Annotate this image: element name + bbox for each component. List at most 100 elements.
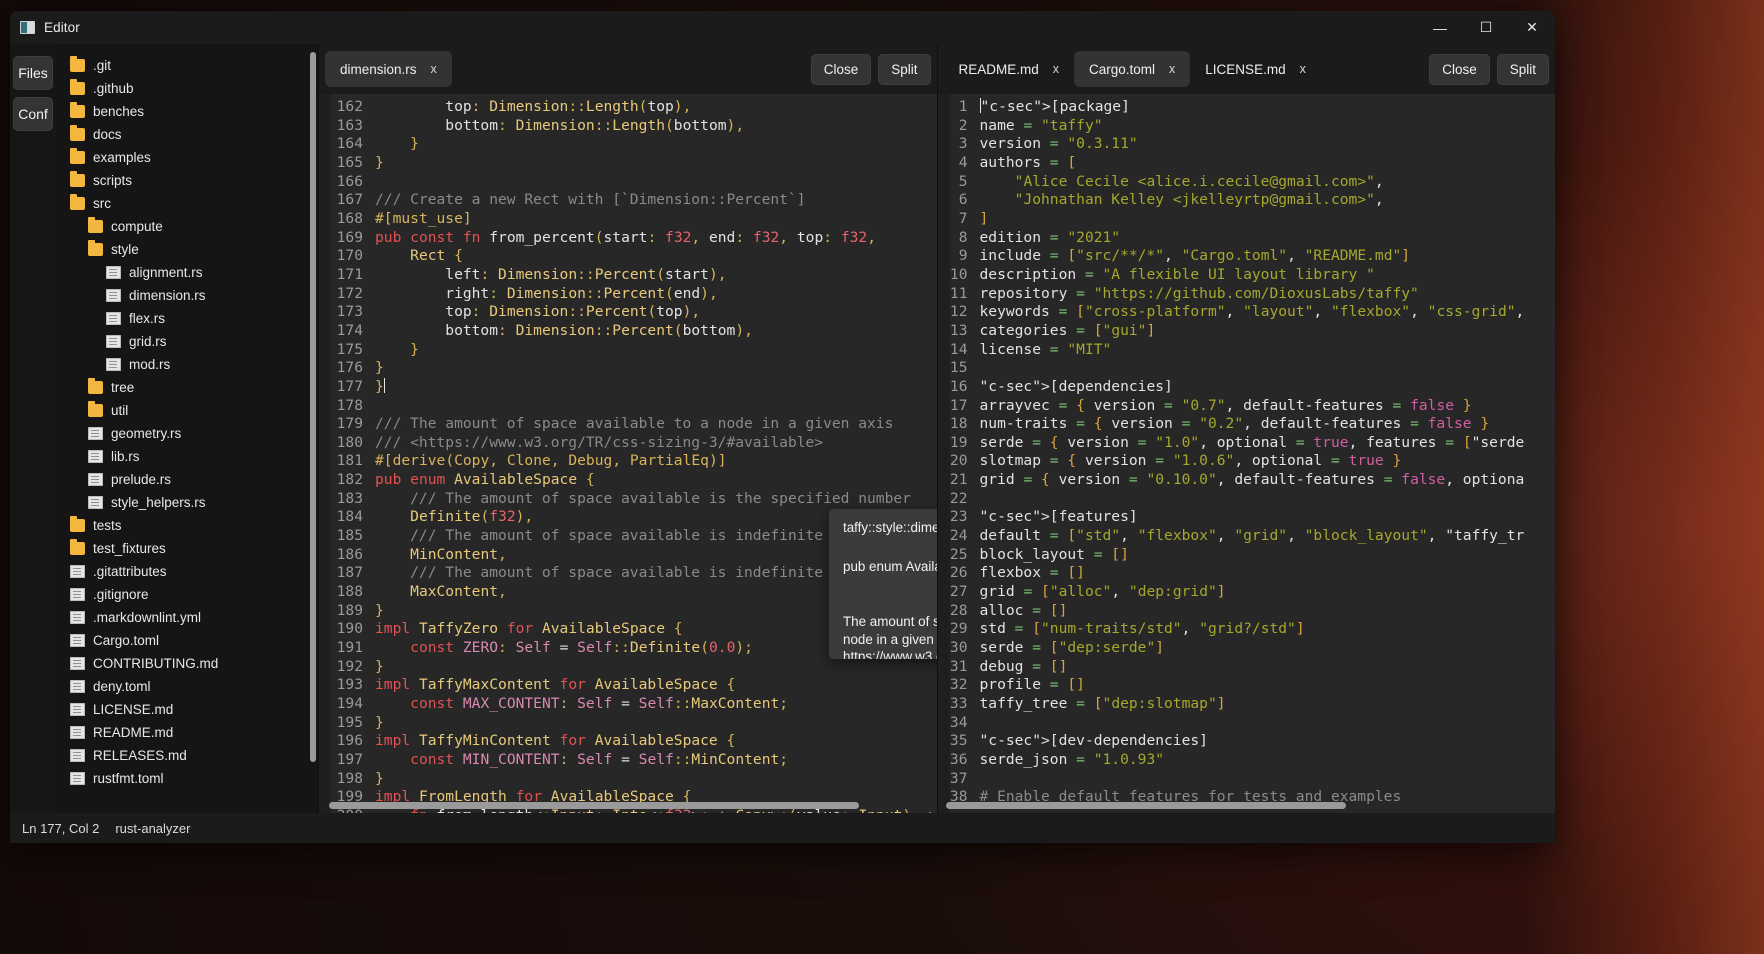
tree-item-label: .git <box>93 58 111 73</box>
file-tree: .git .githubbenches docs examples scripts src… <box>56 44 318 800</box>
file-tree-scrollbar[interactable] <box>310 52 316 762</box>
close-pane-button-right[interactable]: Close <box>1429 54 1490 85</box>
code-area-left[interactable]: 162 top: Dimension::Length(top),163 bott… <box>319 94 937 813</box>
cursor-position: Ln 177, Col 2 <box>22 821 99 836</box>
tabbar-left: dimension.rs x Close Split <box>319 44 937 94</box>
tree-item-lib-rs[interactable]: lib.rs <box>56 445 318 468</box>
horizontal-scrollbar-left[interactable] <box>329 802 859 809</box>
tree-item-releases-md[interactable]: RELEASES.md <box>56 744 318 767</box>
file-icon <box>106 358 121 371</box>
tree-item-label: tree <box>111 380 134 395</box>
tree-item-benches[interactable]: benches <box>56 100 318 123</box>
tree-item-license-md[interactable]: LICENSE.md <box>56 698 318 721</box>
tree-item-src[interactable]: src <box>56 192 318 215</box>
tree-item-rustfmt-toml[interactable]: rustfmt.toml <box>56 767 318 790</box>
tree-item-alignment-rs[interactable]: alignment.rs <box>56 261 318 284</box>
tree-item-dimension-rs[interactable]: dimension.rs <box>56 284 318 307</box>
tree-item-label: util <box>111 403 128 418</box>
tree-item-test-fixtures[interactable]: test_fixtures <box>56 537 318 560</box>
close-icon[interactable]: x <box>1053 62 1059 76</box>
file-icon <box>88 473 103 486</box>
tree-item-flex-rs[interactable]: flex.rs <box>56 307 318 330</box>
text-cursor <box>384 378 385 393</box>
status-bar: Ln 177, Col 2 rust-analyzer <box>10 813 1555 843</box>
tree-item-label: .markdownlint.yml <box>93 610 201 625</box>
tree-item-label: dimension.rs <box>129 288 206 303</box>
tree-item-cargo-toml[interactable]: Cargo.toml <box>56 629 318 652</box>
tab-dimension-rs[interactable]: dimension.rs x <box>325 51 452 87</box>
tree-item-style-helpers-rs[interactable]: style_helpers.rs <box>56 491 318 514</box>
close-icon[interactable]: x <box>431 62 437 76</box>
tree-item-style[interactable]: style <box>56 238 318 261</box>
tree-item-label: scripts <box>93 173 132 188</box>
tree-item-label: style_helpers.rs <box>111 495 206 510</box>
file-icon <box>70 588 85 601</box>
tree-item-gitignore[interactable]: .gitignore <box>56 583 318 606</box>
tree-item-deny-toml[interactable]: deny.toml <box>56 675 318 698</box>
tree-item-readme-md[interactable]: README.md <box>56 721 318 744</box>
tree-item-grid-rs[interactable]: grid.rs <box>56 330 318 353</box>
tree-item-geometry-rs[interactable]: geometry.rs <box>56 422 318 445</box>
tree-item-util[interactable]: util <box>56 399 318 422</box>
tree-item-github[interactable]: .github <box>56 77 318 100</box>
horizontal-scrollbar-right[interactable] <box>946 802 1346 809</box>
tab-license-md[interactable]: LICENSE.md x <box>1190 51 1321 87</box>
file-icon <box>70 703 85 716</box>
tree-item-label: tests <box>93 518 122 533</box>
tree-item-examples[interactable]: examples <box>56 146 318 169</box>
tab-label: Cargo.toml <box>1089 62 1155 77</box>
maximize-button[interactable]: ☐ <box>1463 11 1509 44</box>
tree-item-label: README.md <box>93 725 173 740</box>
tree-item-label: CONTRIBUTING.md <box>93 656 218 671</box>
tree-item-docs[interactable]: docs <box>56 123 318 146</box>
split-pane-button-left[interactable]: Split <box>878 54 930 85</box>
code-text-left: 162 top: Dimension::Length(top),163 bott… <box>319 94 937 813</box>
editor-pane-right: README.md x Cargo.toml x LICENSE.md x Cl… <box>937 44 1556 813</box>
file-icon <box>106 335 121 348</box>
close-pane-button-left[interactable]: Close <box>811 54 872 85</box>
tree-item-mod-rs[interactable]: mod.rs <box>56 353 318 376</box>
tree-item-gitattributes[interactable]: .gitattributes <box>56 560 318 583</box>
close-window-button[interactable]: ✕ <box>1509 11 1555 44</box>
tab-cargo-toml[interactable]: Cargo.toml x <box>1074 51 1190 87</box>
tree-item-contributing-md[interactable]: CONTRIBUTING.md <box>56 652 318 675</box>
conf-button[interactable]: Conf <box>13 97 53 131</box>
folder-icon <box>70 151 85 164</box>
tree-item-label: RELEASES.md <box>93 748 187 763</box>
tree-item-scripts[interactable]: scripts <box>56 169 318 192</box>
files-button[interactable]: Files <box>13 56 53 90</box>
tree-item-markdownlint-yml[interactable]: .markdownlint.yml <box>56 606 318 629</box>
tree-item-tree[interactable]: tree <box>56 376 318 399</box>
tree-item-compute[interactable]: compute <box>56 215 318 238</box>
split-pane-button-right[interactable]: Split <box>1497 54 1549 85</box>
tree-item-label: rustfmt.toml <box>93 771 164 786</box>
minimize-button[interactable]: — <box>1417 11 1463 44</box>
editor-pane-left: dimension.rs x Close Split 162 top: Dime… <box>318 44 937 813</box>
tree-item-label: style <box>111 242 139 257</box>
file-icon <box>70 772 85 785</box>
window-titlebar: Editor — ☐ ✕ <box>10 11 1555 44</box>
tree-item-label: test_fixtures <box>93 541 166 556</box>
file-icon <box>70 726 85 739</box>
tree-item-label: alignment.rs <box>129 265 203 280</box>
tree-item-git[interactable]: .git <box>56 54 318 77</box>
close-icon[interactable]: x <box>1169 62 1175 76</box>
tab-readme-md[interactable]: README.md x <box>944 51 1075 87</box>
folder-icon <box>88 381 103 394</box>
activity-bar: Files Conf <box>10 44 56 813</box>
tree-item-label: docs <box>93 127 122 142</box>
code-area-right[interactable]: 1"c-sec">[package]2name = "taffy"3versio… <box>938 94 1556 813</box>
close-icon[interactable]: x <box>1300 62 1306 76</box>
folder-icon <box>88 220 103 233</box>
window-controls: — ☐ ✕ <box>1417 11 1555 44</box>
folder-icon <box>88 404 103 417</box>
window-title: Editor <box>44 20 80 35</box>
folder-icon <box>70 197 85 210</box>
tree-item-label: geometry.rs <box>111 426 181 441</box>
tree-item-label: .gitignore <box>93 587 149 602</box>
tree-item-tests[interactable]: tests <box>56 514 318 537</box>
file-tree-panel: .git .githubbenches docs examples scripts src… <box>56 44 318 813</box>
editor-icon <box>20 21 35 34</box>
file-icon <box>70 634 85 647</box>
tree-item-prelude-rs[interactable]: prelude.rs <box>56 468 318 491</box>
